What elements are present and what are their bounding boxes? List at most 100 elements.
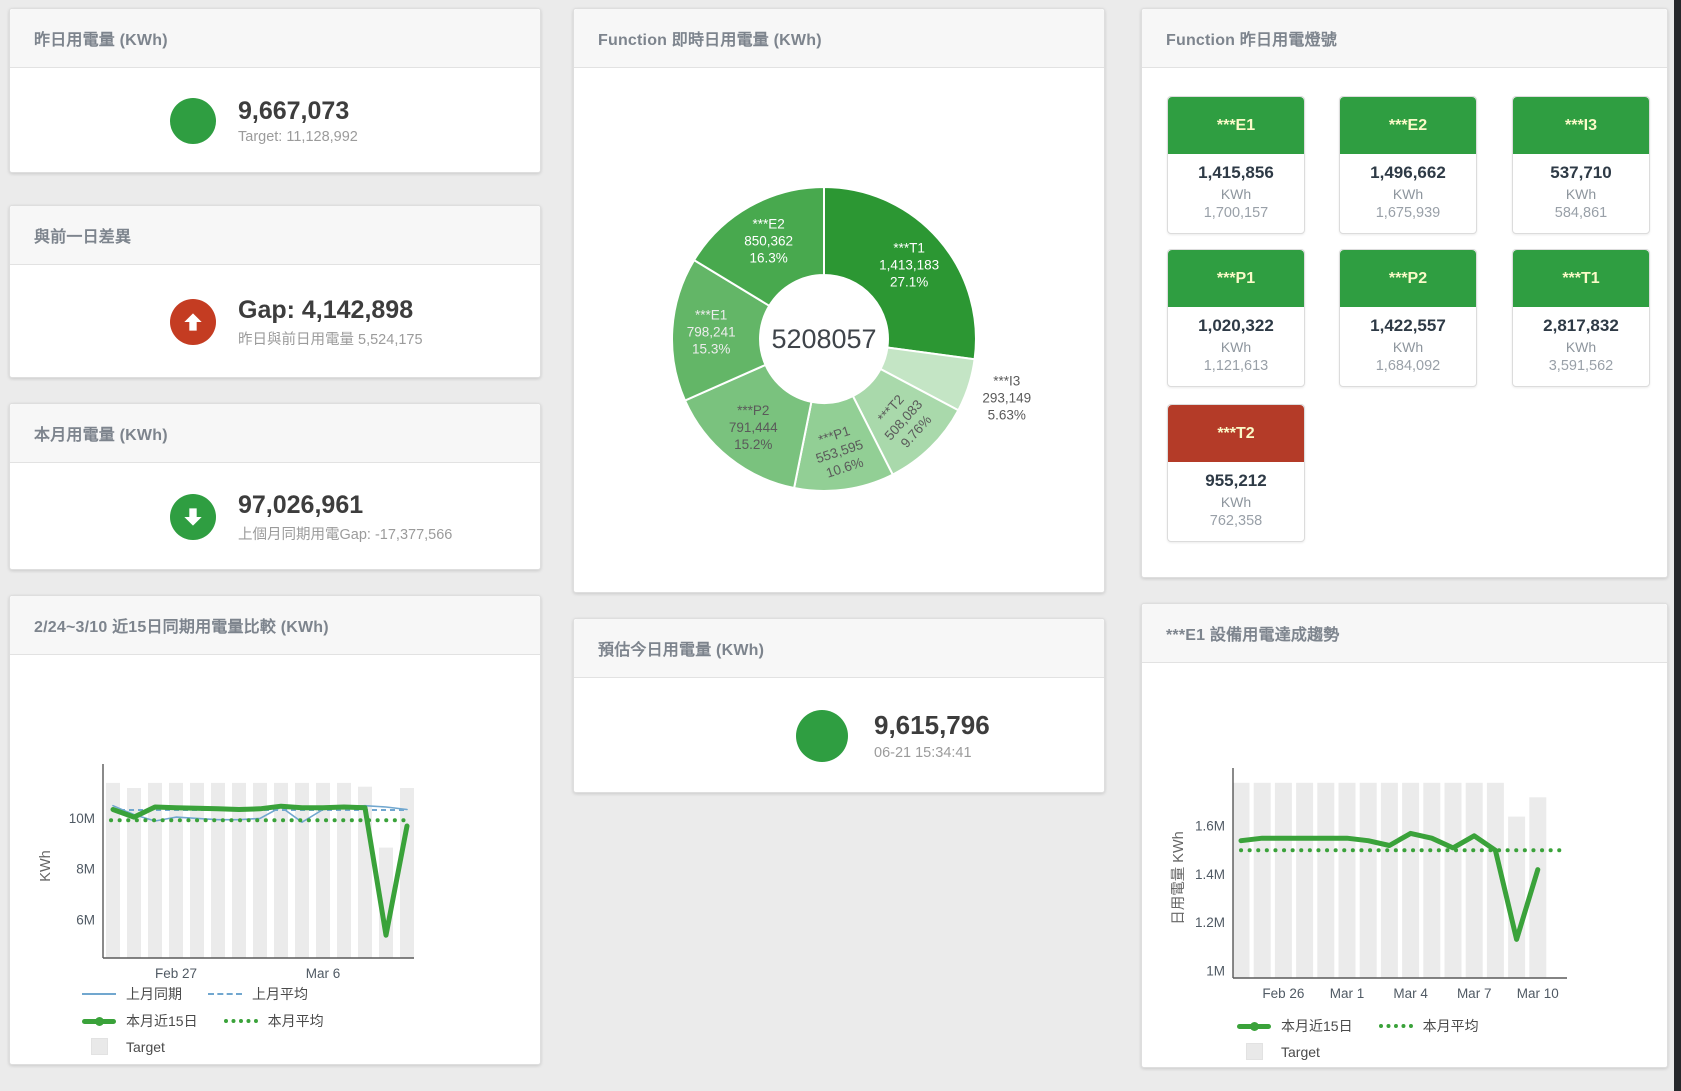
legend-label: 本月平均 xyxy=(1423,1016,1479,1036)
pie-center-label: 5208057 xyxy=(771,324,876,354)
target-bar xyxy=(1381,783,1398,978)
tile-target: 762,358 xyxy=(1172,513,1300,529)
down-arrow-icon xyxy=(170,494,216,540)
panel-title: 本月用電量 (KWh) xyxy=(34,421,168,445)
tile-p1[interactable]: ***P1 1,020,322 KWh 1,121,613 xyxy=(1167,249,1305,387)
panel-estimate-today: 預估今日用電量 (KWh) 9,615,796 06-21 15:34:41 xyxy=(573,618,1105,793)
legend-row: Target xyxy=(82,1038,350,1055)
target-bar xyxy=(1508,817,1525,978)
tile-unit: KWh xyxy=(1517,186,1645,202)
legend-item-this-month-avg[interactable]: 本月平均 xyxy=(224,1011,324,1031)
realtime-donut-chart[interactable]: ***T11,413,18327.1%***I3293,1495.63%***T… xyxy=(574,67,1106,594)
tile-body: 1,496,662 KWh 1,675,939 xyxy=(1340,154,1476,233)
tile-p2[interactable]: ***P2 1,422,557 KWh 1,684,092 xyxy=(1339,249,1477,387)
y-tick-label: 1.2M xyxy=(1195,915,1225,930)
tile-i3[interactable]: ***I3 537,710 KWh 584,861 xyxy=(1512,96,1650,234)
blue-dashed-line-icon xyxy=(208,993,242,995)
panel-lights-header: Function 昨日用電燈號 xyxy=(1142,9,1667,68)
legend-label: 本月近15日 xyxy=(1281,1016,1353,1036)
stat-subtitle: Target: 11,128,992 xyxy=(238,129,358,145)
tile-header: ***T1 xyxy=(1513,250,1649,307)
tile-t1[interactable]: ***T1 2,817,832 KWh 3,591,562 xyxy=(1512,249,1650,387)
tile-value: 537,710 xyxy=(1517,163,1645,183)
tile-body: 955,212 KWh 762,358 xyxy=(1168,462,1304,541)
panel-title: Function 即時日用電量 (KWh) xyxy=(598,26,822,50)
stat-value: 97,026,961 xyxy=(238,490,452,520)
legend-item-target[interactable]: Target xyxy=(1237,1043,1320,1060)
tile-value: 955,212 xyxy=(1172,471,1300,491)
legend-item-this-month[interactable]: 本月近15日 xyxy=(82,1011,198,1031)
green-dotted-line-icon xyxy=(1379,1024,1413,1028)
x-tick-label: Feb 27 xyxy=(155,966,197,981)
tile-header: ***P2 xyxy=(1340,250,1476,307)
y-tick-label: 1.4M xyxy=(1195,867,1225,882)
tile-value: 2,817,832 xyxy=(1517,316,1645,336)
legend-item-this-month[interactable]: 本月近15日 xyxy=(1237,1016,1353,1036)
panel-yesterday-header: 昨日用電量 (KWh) xyxy=(10,9,540,68)
tile-header: ***T2 xyxy=(1168,405,1304,462)
tile-body: 1,422,557 KWh 1,684,092 xyxy=(1340,307,1476,386)
tile-unit: KWh xyxy=(1172,339,1300,355)
tile-header: ***E1 xyxy=(1168,97,1304,154)
legend-row: Target xyxy=(1237,1043,1505,1060)
panel-15day-compare: 2/24~3/10 近15日同期用電量比較 (KWh) 6M8M10MFeb 2… xyxy=(9,595,541,1065)
legend-label: 本月平均 xyxy=(268,1011,324,1031)
tile-e2[interactable]: ***E2 1,496,662 KWh 1,675,939 xyxy=(1339,96,1477,234)
compare-legend: 上月同期 上月平均 本月近15日 本月平均 xyxy=(82,984,350,1062)
x-tick-label: Mar 10 xyxy=(1517,986,1559,1001)
tile-unit: KWh xyxy=(1517,339,1645,355)
y-tick-label: 8M xyxy=(76,862,95,877)
stat-text: Gap: 4,142,898 昨日與前日用電量 5,524,175 xyxy=(238,295,423,349)
target-bar xyxy=(1339,783,1356,978)
e1-trend-legend: 本月近15日 本月平均 Target xyxy=(1237,1016,1505,1067)
green-thick-line-icon xyxy=(1237,1024,1271,1029)
legend-label: 本月近15日 xyxy=(126,1011,198,1031)
stat-value: 9,667,073 xyxy=(238,96,358,126)
legend-item-target[interactable]: Target xyxy=(82,1038,165,1055)
compare-line-chart[interactable]: 6M8M10MFeb 27Mar 6KWh xyxy=(10,654,542,994)
y-axis-title: KWh xyxy=(38,850,54,881)
panel-yesterday-usage: 昨日用電量 (KWh) 9,667,073 Target: 11,128,992 xyxy=(9,8,541,173)
stat-body: 9,615,796 06-21 15:34:41 xyxy=(574,678,1104,793)
legend-label: 上月同期 xyxy=(126,984,182,1004)
legend-item-last-month[interactable]: 上月同期 xyxy=(82,984,182,1004)
e1-trend-line-chart[interactable]: 1M1.2M1.4M1.6MFeb 26Mar 1Mar 4Mar 7Mar 1… xyxy=(1142,662,1669,1014)
y-tick-label: 1.6M xyxy=(1195,819,1225,834)
stat-body: 9,667,073 Target: 11,128,992 xyxy=(10,68,540,173)
tile-header: ***P1 xyxy=(1168,250,1304,307)
stat-body: Gap: 4,142,898 昨日與前日用電量 5,524,175 xyxy=(10,265,540,378)
tile-header: ***E2 xyxy=(1340,97,1476,154)
tile-value: 1,415,856 xyxy=(1172,163,1300,183)
tile-target: 1,675,939 xyxy=(1344,205,1472,221)
panel-title: 預估今日用電量 (KWh) xyxy=(598,636,764,660)
stat-text: 97,026,961 上個月同期用電Gap: -17,377,566 xyxy=(238,490,452,544)
stat-value: 9,615,796 xyxy=(874,710,990,741)
green-circle-status-icon xyxy=(796,710,848,762)
tile-t2[interactable]: ***T2 955,212 KWh 762,358 xyxy=(1167,404,1305,542)
x-tick-label: Mar 7 xyxy=(1457,986,1492,1001)
legend-item-this-month-avg[interactable]: 本月平均 xyxy=(1379,1016,1479,1036)
gray-square-icon xyxy=(1237,1043,1271,1060)
target-bar xyxy=(1254,783,1271,978)
screen-edge-strip xyxy=(1674,0,1681,1091)
green-circle-status-icon xyxy=(170,98,216,144)
target-bar xyxy=(1233,783,1250,978)
panel-realtime-header: Function 即時日用電量 (KWh) xyxy=(574,9,1104,68)
x-tick-label: Mar 6 xyxy=(306,966,341,981)
tile-e1[interactable]: ***E1 1,415,856 KWh 1,700,157 xyxy=(1167,96,1305,234)
panel-month-usage: 本月用電量 (KWh) 97,026,961 上個月同期用電Gap: -17,3… xyxy=(9,403,541,570)
tile-unit: KWh xyxy=(1172,494,1300,510)
target-bar xyxy=(400,788,414,958)
y-axis-title: 日用電量 KWh xyxy=(1171,831,1187,924)
legend-row: 本月近15日 本月平均 xyxy=(1237,1016,1505,1036)
panel-realtime-donut: Function 即時日用電量 (KWh) ***T11,413,18327.1… xyxy=(573,8,1105,593)
green-thick-line-icon xyxy=(82,1019,116,1024)
target-bar xyxy=(1466,783,1483,978)
panel-compare-header: 2/24~3/10 近15日同期用電量比較 (KWh) xyxy=(10,596,540,655)
tile-value: 1,020,322 xyxy=(1172,316,1300,336)
panel-title: Function 昨日用電燈號 xyxy=(1166,26,1337,50)
tile-target: 1,684,092 xyxy=(1344,358,1472,374)
legend-label: Target xyxy=(1281,1044,1320,1060)
panel-title: 昨日用電量 (KWh) xyxy=(34,26,168,50)
legend-item-last-month-avg[interactable]: 上月平均 xyxy=(208,984,308,1004)
